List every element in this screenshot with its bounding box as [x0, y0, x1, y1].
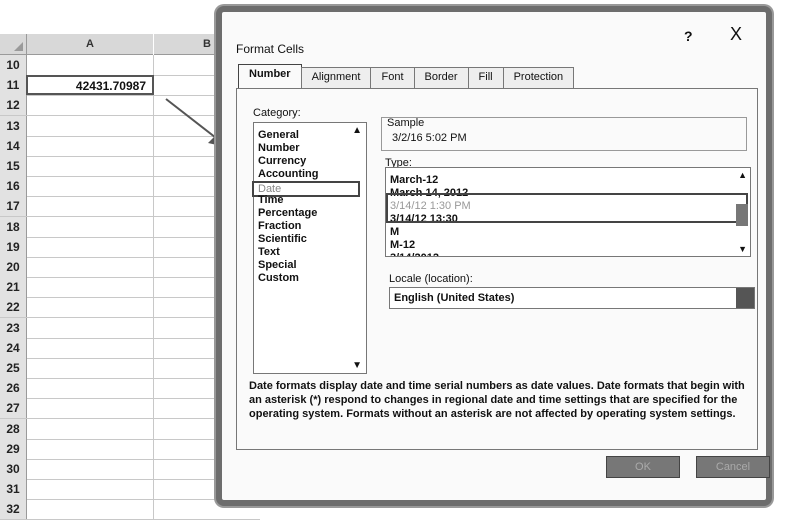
row-header[interactable]: 31 [0, 479, 27, 500]
category-item-currency[interactable]: Currency [258, 155, 306, 167]
cell-a[interactable] [27, 358, 154, 378]
row-header[interactable]: 17 [0, 196, 27, 217]
chevron-down-icon[interactable]: ▼ [738, 244, 747, 254]
row-header[interactable]: 26 [0, 378, 27, 399]
cell-a[interactable] [27, 418, 154, 439]
row-header[interactable]: 30 [0, 459, 27, 479]
row-header[interactable]: 11 [0, 75, 27, 96]
row-header[interactable]: 29 [0, 438, 27, 459]
chevron-up-icon[interactable]: ▲ [738, 170, 747, 180]
row-header[interactable]: 18 [0, 216, 27, 237]
category-item-accounting[interactable]: Accounting [258, 168, 319, 180]
cell-a[interactable] [27, 398, 154, 419]
row-header[interactable]: 24 [0, 337, 27, 358]
select-all-corner[interactable] [0, 34, 27, 55]
cell-a[interactable] [27, 236, 154, 257]
ok-button[interactable]: OK [606, 456, 680, 478]
tab-protection[interactable]: Protection [502, 67, 575, 89]
row-header[interactable]: 22 [0, 297, 27, 318]
row-header[interactable]: 27 [0, 398, 27, 419]
cell-a[interactable] [27, 459, 154, 479]
cell-a[interactable] [27, 95, 154, 116]
cell-a[interactable] [27, 176, 154, 197]
row-header[interactable]: 20 [0, 257, 27, 277]
row-header[interactable]: 25 [0, 358, 27, 378]
cell-a[interactable] [27, 196, 154, 217]
category-item-number[interactable]: Number [258, 142, 300, 154]
type-scrollbar[interactable]: ▲ ▼ [736, 168, 750, 256]
scroll-thumb[interactable] [736, 204, 748, 226]
selected-cell-a11[interactable]: 42431.70987 [26, 75, 154, 96]
cell-a[interactable] [27, 317, 154, 338]
cell-a[interactable] [27, 438, 154, 459]
category-item-time[interactable]: Time [258, 194, 283, 206]
format-description: Date formats display date and time seria… [249, 380, 745, 420]
category-item-text[interactable]: Text [258, 246, 280, 258]
tab-font[interactable]: Font [370, 67, 415, 89]
type-item[interactable]: M-12 [390, 239, 415, 251]
column-header-a[interactable]: A [27, 34, 153, 55]
locale-select[interactable]: English (United States) [389, 287, 755, 309]
help-button[interactable]: ? [684, 28, 693, 44]
dialog-title: Format Cells [236, 42, 305, 56]
category-item-percentage[interactable]: Percentage [258, 207, 317, 219]
row-header[interactable]: 14 [0, 135, 27, 156]
cell-a[interactable] [27, 479, 154, 500]
row-header[interactable]: 16 [0, 176, 27, 197]
cell-a[interactable] [27, 277, 154, 298]
category-item-custom[interactable]: Custom [258, 272, 299, 284]
category-item-scientific[interactable]: Scientific [258, 233, 307, 245]
row-header[interactable]: 21 [0, 277, 27, 298]
locale-value: English (United States) [394, 292, 515, 304]
chevron-down-icon[interactable]: ▼ [352, 360, 362, 371]
cell-a[interactable] [27, 378, 154, 399]
locale-label: Locale (location): [389, 273, 473, 285]
row-header[interactable]: 32 [0, 499, 27, 520]
cell-a[interactable] [27, 115, 154, 136]
format-cells-dialog: Format Cells ? X Number Alignment Font B… [216, 6, 772, 506]
cell-a[interactable] [27, 297, 154, 318]
dropdown-icon[interactable] [736, 288, 754, 308]
cell-a[interactable] [27, 499, 154, 520]
category-item-special[interactable]: Special [258, 259, 297, 271]
row-header[interactable]: 23 [0, 317, 27, 338]
cell-a[interactable] [27, 337, 154, 358]
cancel-button[interactable]: Cancel [696, 456, 770, 478]
sample-value: 3/2/16 5:02 PM [392, 132, 467, 144]
row-header[interactable]: 19 [0, 236, 27, 257]
type-item[interactable]: March-12 [390, 174, 438, 186]
cell-a[interactable] [27, 55, 154, 75]
tab-number[interactable]: Number [238, 64, 302, 90]
category-list[interactable]: General Number Currency Accounting Date Time P… [252, 122, 367, 374]
row-header[interactable]: 10 [0, 55, 27, 75]
cell-value: 42431.70987 [75, 79, 146, 94]
type-list[interactable]: March-12 March 14, 2012 3/14/12 1:30 PM 3/1… [385, 167, 751, 257]
close-button[interactable]: X [730, 24, 742, 45]
category-item-general[interactable]: General [258, 129, 299, 141]
cell-a[interactable] [27, 135, 154, 156]
tab-strip: Number Alignment Font Border Fill Protec… [238, 64, 575, 90]
number-panel: Category: General Number Currency Accountin… [236, 88, 758, 450]
cell-a[interactable] [27, 216, 154, 237]
category-item-fraction[interactable]: Fraction [258, 220, 301, 232]
row-header[interactable]: 15 [0, 156, 27, 176]
tab-alignment[interactable]: Alignment [300, 67, 372, 89]
tab-fill[interactable]: Fill [467, 67, 504, 89]
tab-border[interactable]: Border [413, 67, 469, 89]
category-label: Category: [253, 107, 301, 119]
cell-a[interactable] [27, 257, 154, 277]
chevron-up-icon[interactable]: ▲ [352, 125, 362, 136]
type-item[interactable]: 3/14/2012 [390, 252, 439, 256]
selected-type-highlight [386, 193, 748, 223]
sample-box: 3/2/16 5:02 PM [381, 117, 747, 151]
row-header[interactable]: 28 [0, 418, 27, 439]
row-header[interactable]: 13 [0, 115, 27, 136]
row-header[interactable]: 12 [0, 95, 27, 116]
type-item[interactable]: M [390, 226, 399, 238]
cell-a[interactable] [27, 156, 154, 176]
